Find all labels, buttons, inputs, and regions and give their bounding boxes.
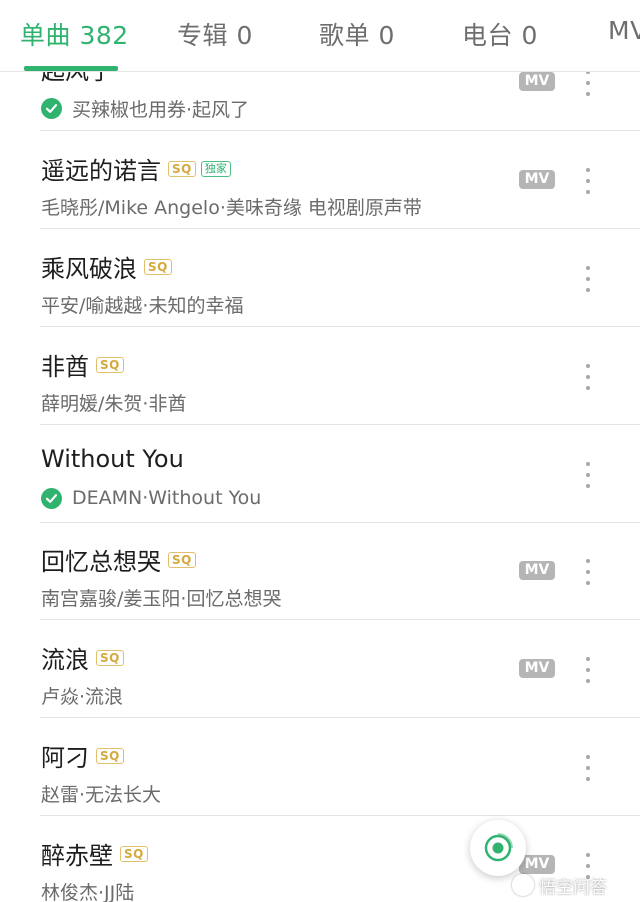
song-subtitle-line: 赵雷·无法长大 [41,780,161,807]
song-title: 非酋 [41,353,89,381]
more-options-icon[interactable] [583,168,593,194]
song-artist-album: 毛晓彤/Mike Angelo·美味奇缘 电视剧原声带 [41,197,422,219]
watermark-logo-icon [512,874,534,896]
mv-button[interactable]: MV [519,170,555,189]
song-subtitle-line: 买辣椒也用券·起风了 [41,95,249,122]
song-title-line: 乘风破浪 SQ [41,249,172,284]
active-tab-indicator [24,66,118,71]
tab-2[interactable]: 歌单 0 [319,16,395,52]
mv-button[interactable]: MV [519,561,555,580]
song-artist-album: 平安/喻越越·未知的幸福 [41,295,244,317]
song-artist-album: 南宫嘉骏/姜玉阳·回忆总想哭 [41,588,282,610]
song-title: 乘风破浪 [41,255,137,283]
song-title-line: 回忆总想哭 SQ [41,542,196,577]
tab-0[interactable]: 单曲 382 [20,16,129,52]
song-subtitle-line: 平安/喻越越·未知的幸福 [41,291,243,318]
play-record-icon [484,833,513,862]
song-title: Without You [41,445,184,473]
song-artist-album: 赵雷·无法长大 [41,784,162,806]
song-subtitle-line: 林俊杰·JJ陆 [41,878,134,902]
song-artist-album: 买辣椒也用券·起风了 [72,99,250,121]
song-list: 起风了买辣椒也用券·起风了MV遥远的诺言SQ独家毛晓彤/Mike Angelo·… [0,0,640,902]
song-artist-album: DEAMN·Without You [72,487,262,509]
song-title-line: 流浪 SQ [41,640,124,675]
song-title: 回忆总想哭 [41,548,161,576]
song-title: 流浪 [41,646,89,674]
song-title-line: Without You [41,445,184,473]
song-row[interactable]: 阿刁 SQ 赵雷·无法长大 [0,718,640,816]
more-options-icon[interactable] [583,70,593,96]
mv-button[interactable]: MV [519,659,555,678]
sq-badge: SQ [96,649,124,666]
song-row[interactable]: 非酋 SQ 薛明媛/朱贺·非酋 [0,327,640,425]
sq-badge: SQ [96,747,124,764]
song-row[interactable]: 回忆总想哭 SQ 南宫嘉骏/姜玉阳·回忆总想哭 MV [0,522,640,620]
tab-4[interactable]: MV [608,16,640,45]
tab-1[interactable]: 专辑 0 [177,16,253,52]
exclusive-badge: 独家 [200,160,231,177]
song-subtitle-line: 卢焱·流浪 [41,682,123,709]
mv-button[interactable]: MV [519,72,555,91]
song-row[interactable]: 流浪 SQ 卢焱·流浪 MV [0,620,640,718]
song-row[interactable]: Without You DEAMN·Without You [0,425,640,523]
more-options-icon[interactable] [583,559,593,585]
sq-badge: SQ [120,845,148,862]
song-title: 阿刁 [41,744,89,772]
song-artist-album: 林俊杰·JJ陆 [41,882,135,902]
song-title-line: 醉赤壁 SQ [41,836,148,871]
song-subtitle-line: 薛明媛/朱贺·非酋 [41,389,186,416]
more-options-icon[interactable] [583,755,593,781]
more-options-icon[interactable] [583,462,593,488]
song-row[interactable]: 遥远的诺言 SQ 独家毛晓彤/Mike Angelo·美味奇缘 电视剧原声带 MV [0,131,640,229]
sq-badge: SQ [96,356,124,373]
tab-bar: 单曲 382 专辑 0 歌单 0 电台 0 MV [0,0,640,72]
tab-3[interactable]: 电台 0 [462,16,538,52]
song-artist-album: 卢焱·流浪 [41,686,124,708]
song-subtitle-line: DEAMN·Without You [41,487,261,509]
sq-badge: SQ [168,160,196,177]
song-subtitle-line: 南宫嘉骏/姜玉阳·回忆总想哭 [41,584,281,611]
song-artist-album: 薛明媛/朱贺·非酋 [41,393,187,415]
song-title: 醉赤壁 [41,842,113,870]
watermark-text: 悟空问答 [539,877,607,898]
song-subtitle-line: 毛晓彤/Mike Angelo·美味奇缘 电视剧原声带 [41,193,422,220]
song-title-line: 阿刁 SQ [41,738,124,773]
song-title: 遥远的诺言 [41,157,161,185]
now-playing-button[interactable] [470,820,526,876]
song-title-line: 遥远的诺言 SQ 独家 [41,151,231,186]
song-row[interactable]: 乘风破浪 SQ 平安/喻越越·未知的幸福 [0,229,640,327]
downloaded-check-icon [41,487,62,509]
more-options-icon[interactable] [583,657,593,683]
watermark: 悟空问答 [512,872,607,898]
sq-badge: SQ [168,551,196,568]
downloaded-check-icon [41,98,62,119]
song-title-line: 非酋 SQ [41,347,124,382]
more-options-icon[interactable] [583,266,593,292]
more-options-icon[interactable] [583,364,593,390]
sq-badge: SQ [144,258,172,275]
